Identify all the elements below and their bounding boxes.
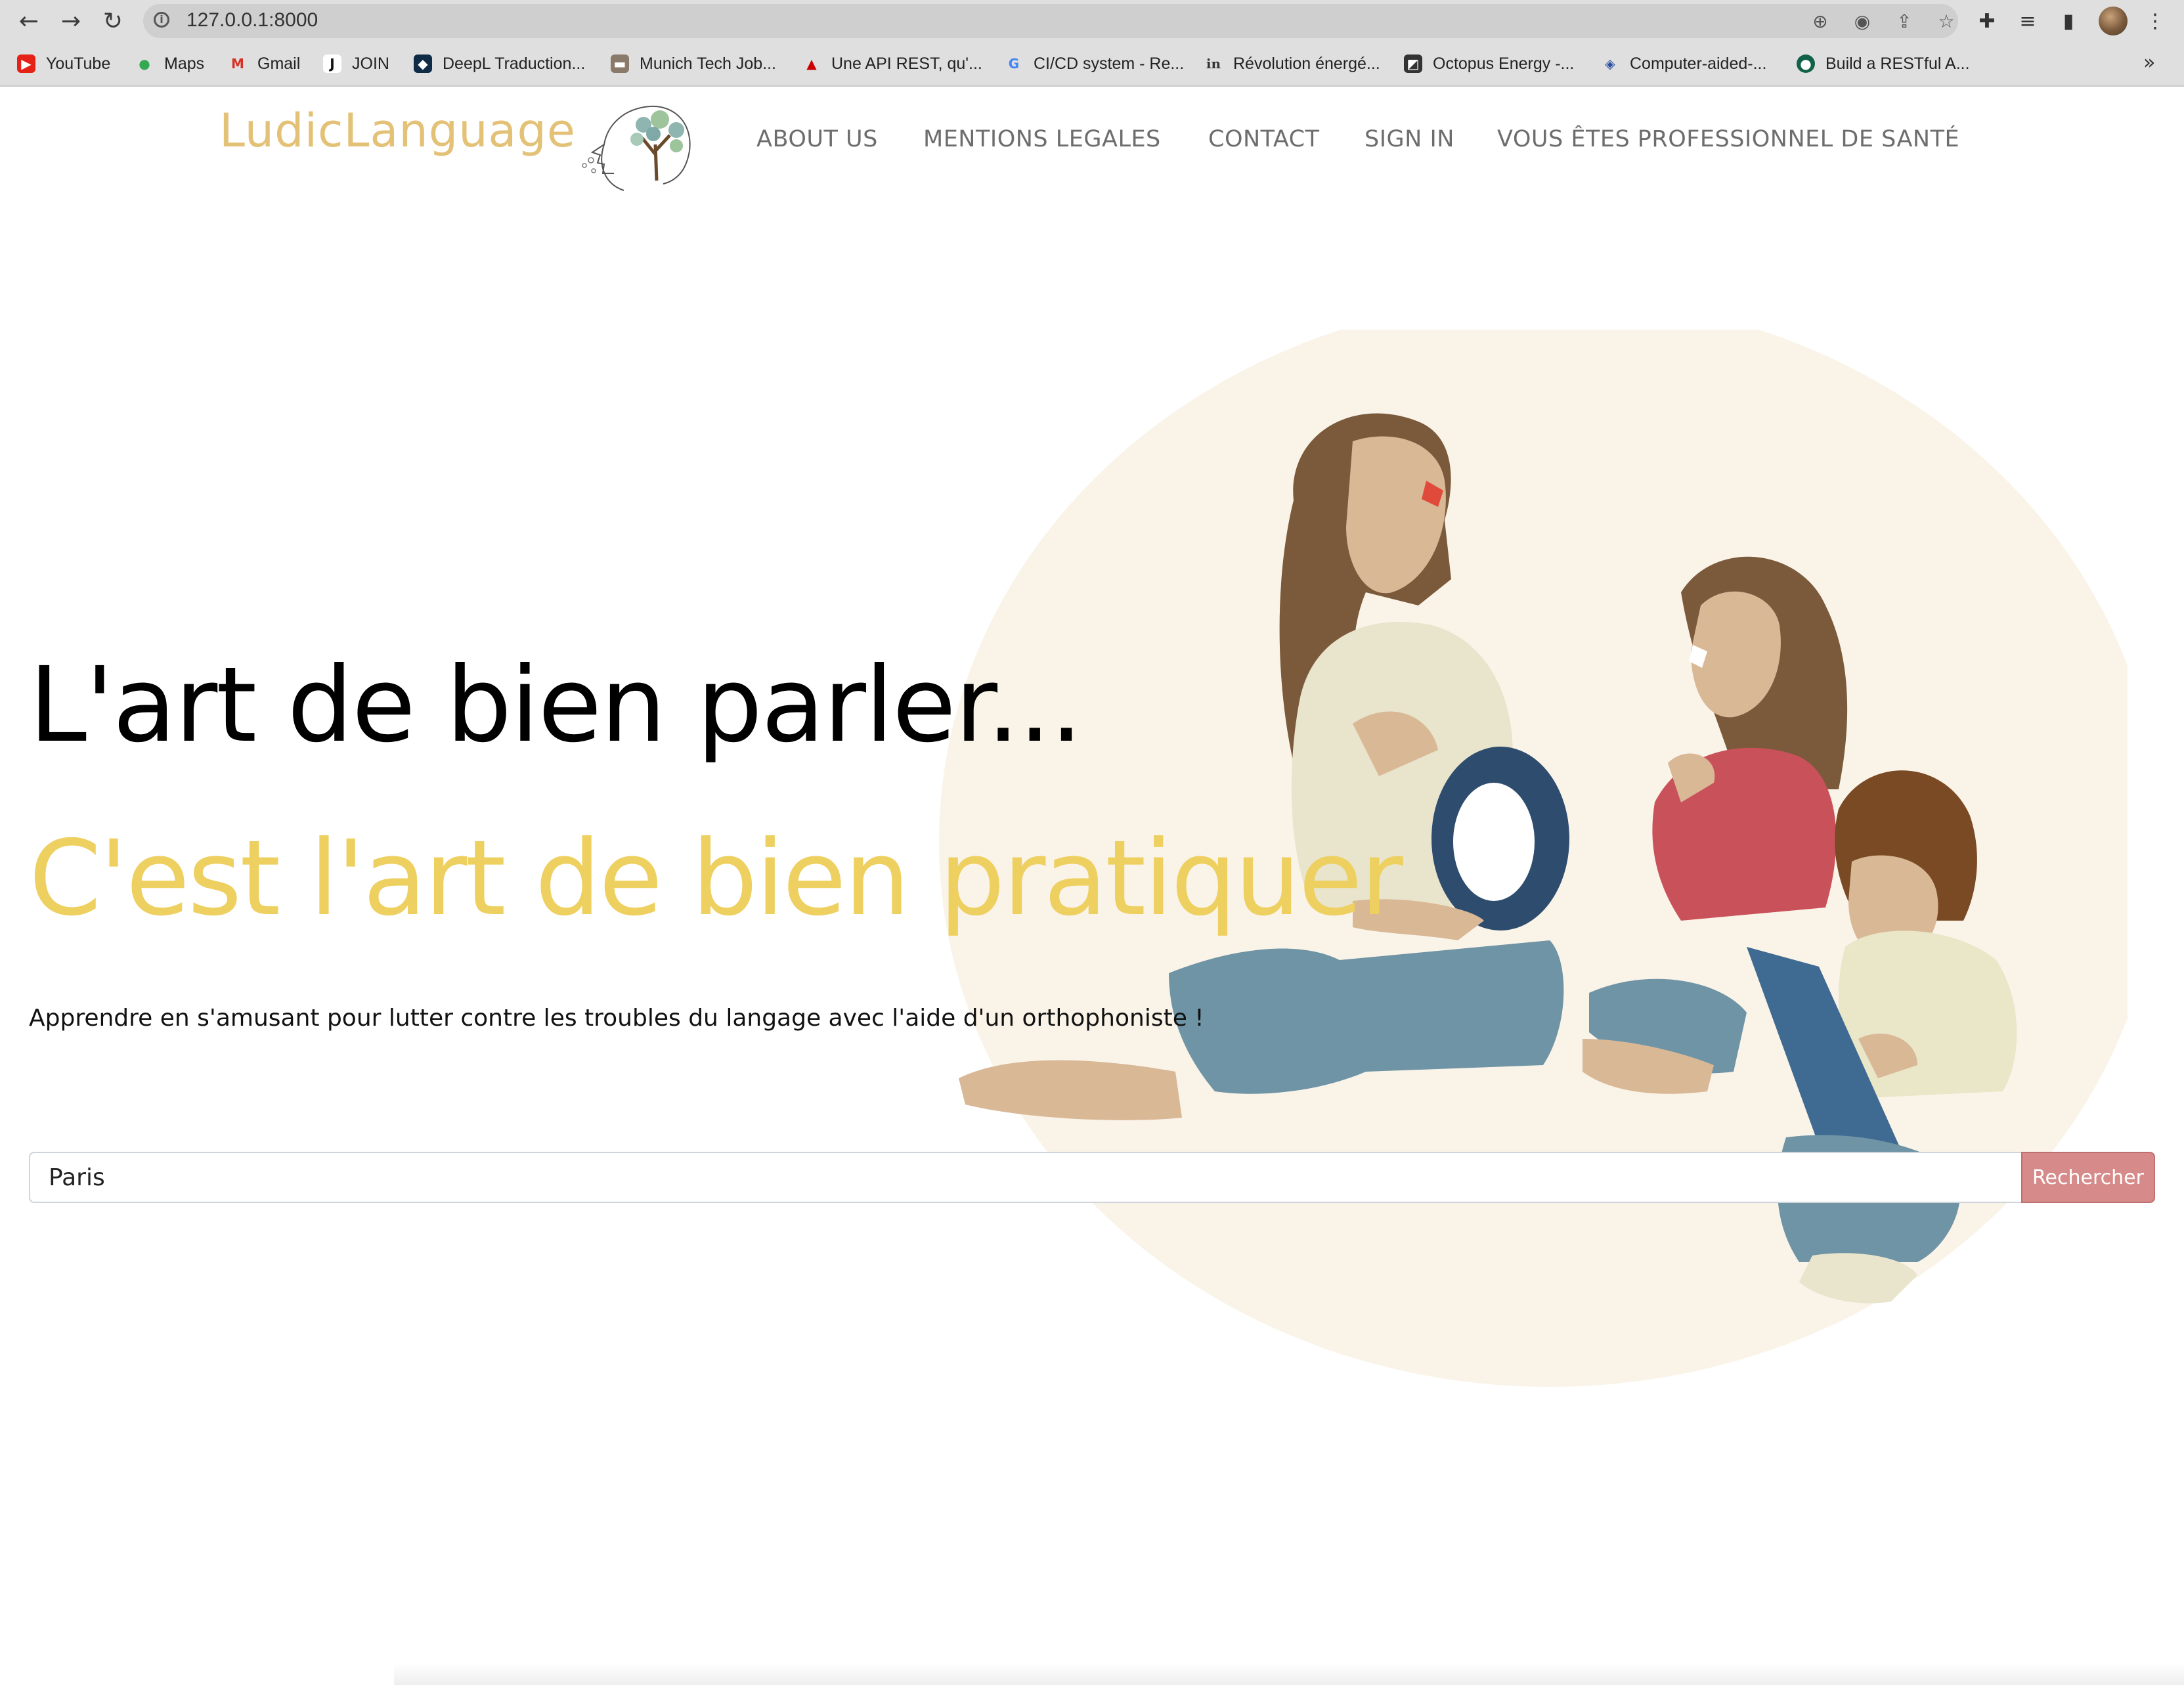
bookmark-star-icon[interactable]: ☆ xyxy=(1933,9,1959,33)
bookmark-revolution[interactable]: in Révolution énergé... xyxy=(1204,51,1380,76)
bookmark-label: Octopus Energy -... xyxy=(1433,54,1575,73)
bookmark-api-rest[interactable]: ▲ Une API REST, qu'... xyxy=(802,51,982,76)
bookmark-munich-tech[interactable]: ▬ Munich Tech Job... xyxy=(611,51,776,76)
deepl-icon: ◆ xyxy=(414,55,432,73)
bookmark-label: YouTube xyxy=(46,54,111,73)
nav-mentions-legales[interactable]: MENTIONS LEGALES xyxy=(923,126,1161,152)
join-icon: J xyxy=(323,55,341,73)
bookmark-restful[interactable]: ● Build a RESTful A... xyxy=(1797,51,1970,76)
location-pin-icon[interactable]: ◉ xyxy=(1849,9,1875,33)
redhat-icon: ▲ xyxy=(806,56,817,72)
munich-tech-icon: ▬ xyxy=(611,55,629,73)
gmail-icon: M xyxy=(231,56,244,72)
more-bookmarks-icon[interactable]: » xyxy=(2143,51,2155,74)
nav-contact[interactable]: CONTACT xyxy=(1208,126,1319,152)
zoom-icon[interactable]: ⊕ xyxy=(1807,9,1833,33)
bookmark-youtube[interactable]: ▶ YouTube xyxy=(17,51,110,76)
bookmark-label: CI/CD system - Re... xyxy=(1034,54,1185,73)
nav-professionnel-sante[interactable]: VOUS ÊTES PROFESSIONNEL DE SANTÉ xyxy=(1497,126,1959,152)
bookmark-label: Une API REST, qu'... xyxy=(831,54,982,73)
share-icon[interactable]: ⇪ xyxy=(1891,9,1917,33)
media-control-icon[interactable]: ≡ xyxy=(2013,7,2042,35)
bookmark-cicd[interactable]: G CI/CD system - Re... xyxy=(1005,51,1184,76)
bookmark-maps[interactable]: ● Maps xyxy=(135,51,204,76)
bookmark-label: Révolution énergé... xyxy=(1233,54,1380,73)
bookmarks-bar: ▶ YouTube ● Maps M Gmail J JOIN ◆ DeepL … xyxy=(0,42,2184,87)
octopus-icon: ◩ xyxy=(1404,55,1422,73)
hero-title: L'art de bien parler... xyxy=(29,645,1083,766)
extensions-puzzle-icon[interactable]: ✚ xyxy=(1973,7,2001,35)
page: LudicLanguage ABOUT US MENTIONS LEGALES … xyxy=(0,87,2184,1685)
bookmark-label: JOIN xyxy=(352,54,389,73)
bookmark-octopus[interactable]: ◩ Octopus Energy -... xyxy=(1404,51,1574,76)
nav-about-us[interactable]: ABOUT US xyxy=(756,126,878,152)
google-icon: G xyxy=(1008,56,1020,72)
bookmark-label: Build a RESTful A... xyxy=(1825,54,1970,73)
site-info-icon[interactable]: i xyxy=(154,12,169,28)
address-bar[interactable]: i 127.0.0.1:8000 ⊕ ◉ ⇪ ☆ xyxy=(143,4,1958,38)
bookmark-join[interactable]: J JOIN xyxy=(323,51,389,76)
reload-icon[interactable]: ↻ xyxy=(97,5,129,37)
city-search-input[interactable] xyxy=(29,1152,2022,1203)
bookmark-gmail[interactable]: M Gmail xyxy=(229,51,300,76)
kebab-menu-icon[interactable]: ⋮ xyxy=(2141,7,2170,35)
bookmark-label: Computer-aided-... xyxy=(1630,54,1767,73)
mongodb-icon: ● xyxy=(1797,55,1815,73)
diamond-icon: ◈ xyxy=(1605,56,1615,72)
side-panel-icon[interactable]: ▮ xyxy=(2054,7,2083,35)
bookmark-deepl[interactable]: ◆ DeepL Traduction... xyxy=(414,51,585,76)
youtube-icon: ▶ xyxy=(17,55,35,73)
hero-tagline: Apprendre en s'amusant pour lutter contr… xyxy=(29,1005,1204,1032)
in-icon: in xyxy=(1206,56,1221,72)
profile-avatar[interactable] xyxy=(2099,7,2128,35)
bookmark-computer-aided[interactable]: ◈ Computer-aided-... xyxy=(1601,51,1766,76)
browser-toolbar: ← → ↻ i 127.0.0.1:8000 ⊕ ◉ ⇪ ☆ ✚ ≡ ▮ ⋮ xyxy=(0,0,2184,42)
tree-head-logo-icon[interactable] xyxy=(578,92,696,197)
bookmark-label: Munich Tech Job... xyxy=(640,54,776,73)
hero-subtitle: C'est l'art de bien pratiquer xyxy=(29,818,1403,939)
site-logo-text[interactable]: LudicLanguage xyxy=(219,104,576,158)
back-arrow-icon[interactable]: ← xyxy=(13,5,45,37)
bookmark-label: DeepL Traduction... xyxy=(443,54,586,73)
nav-sign-in[interactable]: SIGN IN xyxy=(1365,126,1454,152)
url-text[interactable]: 127.0.0.1:8000 xyxy=(186,9,318,32)
search-button[interactable]: Rechercher xyxy=(2021,1152,2155,1203)
bookmark-label: Maps xyxy=(164,54,205,73)
maps-icon: ● xyxy=(139,56,150,72)
page-footer-shadow xyxy=(394,1663,2184,1685)
bookmark-label: Gmail xyxy=(257,54,301,73)
forward-arrow-icon[interactable]: → xyxy=(55,5,87,37)
